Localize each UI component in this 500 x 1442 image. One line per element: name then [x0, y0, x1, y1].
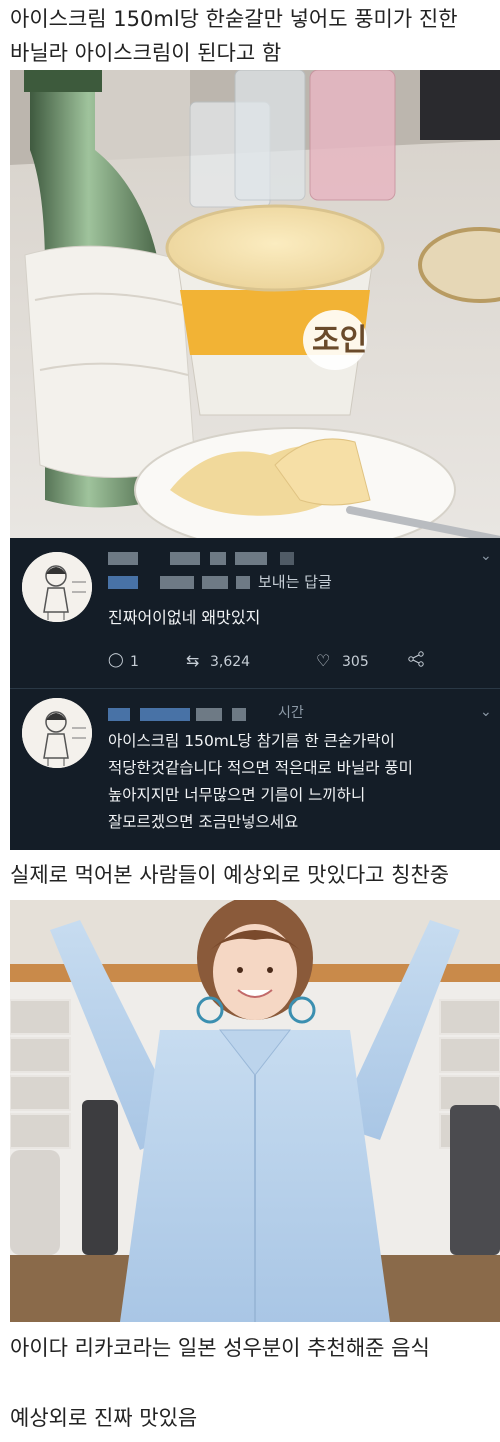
blurred-name — [280, 552, 294, 565]
blurred-name — [196, 708, 222, 721]
tweet-time: 시간 — [278, 705, 304, 721]
reply-icon[interactable]: ◯ — [108, 652, 124, 668]
blurred-name — [210, 552, 226, 565]
avatar[interactable] — [22, 552, 92, 622]
caption-4: 예상외로 진짜 맛있음 — [10, 1406, 198, 1430]
caption-line-2: 바닐라 아이스크림이 된다고 함 — [10, 41, 282, 65]
blurred-name — [140, 708, 190, 721]
blurred-name — [170, 552, 200, 565]
reply-subheader: 보내는 답글 — [258, 573, 332, 591]
blurred-handle — [108, 576, 138, 589]
ice-cream-photo: 조인 — [10, 70, 500, 538]
blurred-name — [108, 552, 138, 565]
blurred-handle — [236, 576, 250, 589]
tweet-text-line-3: 높아지지만 너무많으면 기름이 느끼하니 — [108, 786, 366, 804]
tweet-thread: ⌄ 보내는 답글 진짜어이없네 왜맛있지 ◯ 1 ⇆ 3,624 ♡ 305 시… — [10, 538, 500, 850]
blurred-name — [108, 708, 130, 721]
share-icon[interactable] — [408, 651, 424, 671]
caption-3: 아이다 리카코라는 일본 성우분이 추천해준 음식 — [10, 1336, 430, 1360]
like-count: 305 — [342, 654, 369, 670]
blurred-name — [235, 552, 267, 565]
cup-label: 조인 — [312, 323, 367, 358]
tweet-text-line-2: 적당한것같습니다 적으면 적은대로 바닐라 풍미 — [108, 759, 413, 777]
avatar[interactable] — [22, 698, 92, 768]
person-photo — [10, 900, 500, 1322]
chevron-down-icon[interactable]: ⌄ — [480, 704, 492, 720]
reply-count: 1 — [130, 654, 139, 670]
tweet-text-line-4: 잘모르겠으면 조금만넣으세요 — [108, 813, 299, 831]
caption-line-1: 아이스크림 150ml당 한숟갈만 넣어도 풍미가 진한 — [10, 7, 458, 31]
retweet-icon[interactable]: ⇆ — [186, 651, 199, 670]
retweet-count: 3,624 — [210, 654, 251, 670]
blurred-handle — [202, 576, 228, 589]
tweet-text: 진짜어이없네 왜맛있지 — [108, 608, 261, 627]
blurred-handle — [160, 576, 194, 589]
chevron-down-icon[interactable]: ⌄ — [480, 548, 492, 564]
like-icon[interactable]: ♡ — [316, 651, 330, 670]
caption-2: 실제로 먹어본 사람들이 예상외로 맛있다고 칭찬중 — [10, 863, 450, 887]
blurred-name — [232, 708, 246, 721]
divider — [10, 688, 500, 689]
tweet-text-line-1: 아이스크림 150mL당 참기름 한 큰숟가락이 — [108, 732, 395, 750]
